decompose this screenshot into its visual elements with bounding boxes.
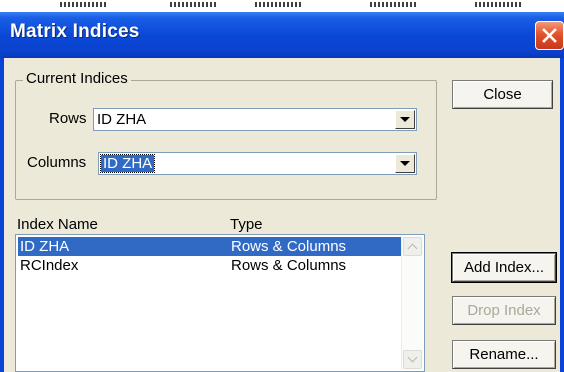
close-button[interactable]: Close xyxy=(452,80,553,109)
index-name-header: Index Name xyxy=(17,216,98,233)
scroll-up-button[interactable] xyxy=(403,237,422,256)
chevron-down-icon xyxy=(400,117,410,122)
index-list[interactable]: ID ZHA Rows & Columns RCIndex Rows & Col… xyxy=(15,234,425,372)
matrix-indices-dialog: Matrix Indices Current Indices Rows ID Z… xyxy=(0,12,564,372)
scroll-down-button[interactable] xyxy=(403,350,422,369)
list-item[interactable]: ID ZHA Rows & Columns xyxy=(18,237,401,256)
index-name-cell: RCIndex xyxy=(20,257,79,274)
add-index-button[interactable]: Add Index... xyxy=(451,252,557,283)
rows-select[interactable]: ID ZHA xyxy=(93,108,417,131)
title-bar[interactable]: Matrix Indices xyxy=(0,12,564,58)
close-window-button[interactable] xyxy=(535,21,564,50)
rows-select-value: ID ZHA xyxy=(97,111,147,128)
drop-index-button[interactable]: Drop Index xyxy=(452,296,556,325)
index-type-cell: Rows & Columns xyxy=(231,238,347,255)
index-type-cell: Rows & Columns xyxy=(231,257,347,274)
columns-label: Columns xyxy=(27,154,87,171)
current-indices-group xyxy=(15,80,437,200)
list-item[interactable]: RCIndex Rows & Columns xyxy=(18,256,401,275)
chevron-down-icon xyxy=(400,161,410,166)
chevron-down-icon xyxy=(407,352,418,363)
type-header: Type xyxy=(230,216,263,233)
columns-select[interactable]: ID ZHA xyxy=(98,152,417,175)
chevron-up-icon xyxy=(407,243,418,254)
index-name-cell: ID ZHA xyxy=(20,238,70,255)
rename-button[interactable]: Rename... xyxy=(452,340,556,369)
columns-select-value: ID ZHA xyxy=(99,154,156,173)
background-strip xyxy=(0,0,564,12)
dialog-title: Matrix Indices xyxy=(10,21,140,42)
close-icon xyxy=(542,28,557,43)
dialog-body: Current Indices Rows ID ZHA Columns ID Z… xyxy=(4,58,560,372)
current-indices-legend: Current Indices xyxy=(23,70,131,87)
columns-dropdown-button[interactable] xyxy=(395,154,415,173)
rows-dropdown-button[interactable] xyxy=(395,110,415,129)
list-scrollbar[interactable] xyxy=(401,236,423,370)
rows-label: Rows xyxy=(49,110,87,127)
